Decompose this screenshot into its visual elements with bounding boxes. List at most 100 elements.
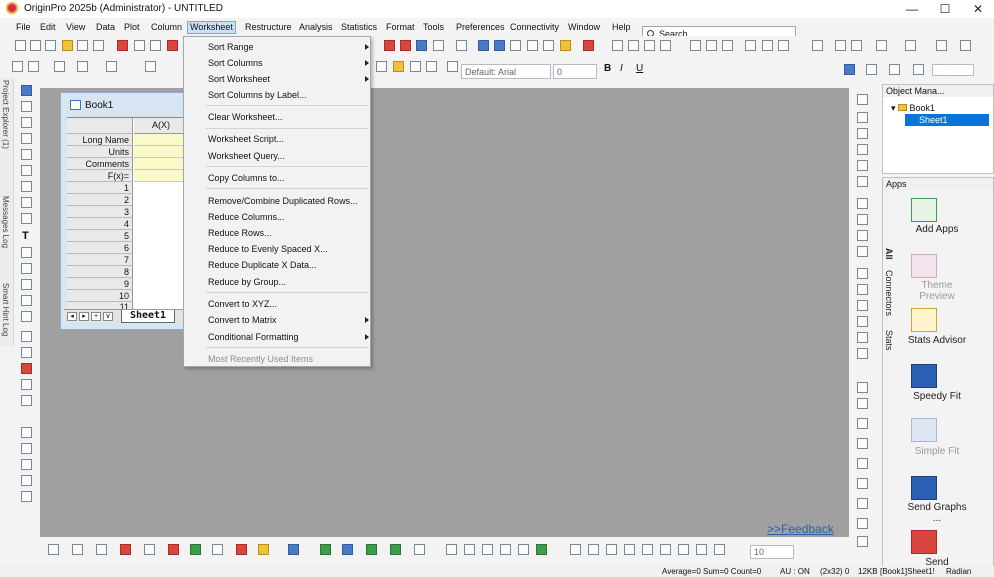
filter-clear-icon[interactable]	[762, 40, 773, 51]
v-tool-2-icon[interactable]	[857, 112, 868, 123]
heatmap-icon[interactable]	[320, 544, 331, 555]
align-bottom-icon[interactable]	[500, 544, 511, 555]
sheet-add-button[interactable]: +	[91, 312, 101, 321]
symbol-icon[interactable]	[913, 64, 924, 75]
v-tool-20-icon[interactable]	[857, 438, 868, 449]
open-icon[interactable]	[150, 40, 161, 51]
clear-icon[interactable]	[936, 40, 947, 51]
v-tool-12-icon[interactable]	[857, 284, 868, 295]
bar-chart-icon[interactable]	[706, 40, 717, 51]
rectangle-tool-icon[interactable]	[21, 295, 32, 306]
new-workbook-icon[interactable]	[30, 40, 41, 51]
v-tool-13-icon[interactable]	[857, 300, 868, 311]
menu-analysis[interactable]: Analysis	[299, 22, 333, 32]
contour-icon[interactable]	[288, 544, 299, 555]
text-tool-icon[interactable]: T	[22, 230, 29, 242]
row-label-fx[interactable]: F(x)=	[67, 170, 133, 182]
sheet-list-button[interactable]: ∨	[103, 312, 113, 321]
menu-item-sort-range[interactable]: Sort Range	[208, 42, 254, 52]
menu-item-reduce-duplicate-x[interactable]: Reduce Duplicate X Data...	[208, 260, 317, 270]
smart-hint-log-tab[interactable]: Smart Hint Log	[1, 283, 10, 336]
v-tool-8-icon[interactable]	[857, 214, 868, 225]
bold-icon[interactable]: B	[604, 63, 611, 74]
export-icon[interactable]	[77, 61, 88, 72]
cell-fx[interactable]	[134, 170, 189, 182]
close-button[interactable]: ✕	[970, 3, 986, 17]
app-add-apps[interactable]: Add Apps	[897, 224, 977, 235]
menu-item-sort-worksheet[interactable]: Sort Worksheet	[208, 74, 270, 84]
align-center-icon[interactable]	[518, 544, 529, 555]
send-back-icon[interactable]	[660, 544, 671, 555]
v-tool-10-icon[interactable]	[857, 246, 868, 257]
image-icon[interactable]	[527, 40, 538, 51]
code-builder-icon[interactable]	[560, 40, 571, 51]
v-tool-21-icon[interactable]	[857, 458, 868, 469]
paste-icon[interactable]	[393, 61, 404, 72]
v-tool-5-icon[interactable]	[857, 160, 868, 171]
front-icon[interactable]	[21, 475, 32, 486]
workbook-titlebar[interactable]: Book1	[61, 93, 187, 115]
back-icon[interactable]	[12, 61, 23, 72]
app-stats-advisor[interactable]: Stats Advisor	[907, 335, 967, 346]
freehand-icon[interactable]	[21, 347, 32, 358]
menu-tools[interactable]: Tools	[423, 22, 444, 32]
row-number[interactable]: 1	[67, 182, 133, 194]
window-tile-icon[interactable]	[876, 40, 887, 51]
stats-plot-icon[interactable]	[390, 544, 401, 555]
statistics-icon[interactable]	[612, 40, 623, 51]
line-plot-icon[interactable]	[48, 544, 59, 555]
minimize-button[interactable]: —	[904, 3, 920, 17]
v-tool-6-icon[interactable]	[857, 176, 868, 187]
menu-item-sort-columns-by-label[interactable]: Sort Columns by Label...	[208, 90, 307, 100]
new-matrix-icon[interactable]	[62, 40, 73, 51]
row-number[interactable]: 6	[67, 242, 133, 254]
open-template-icon[interactable]	[167, 40, 178, 51]
align-icon[interactable]	[21, 427, 32, 438]
row-number[interactable]: 2	[67, 194, 133, 206]
height-icon[interactable]	[588, 544, 599, 555]
sheet-tab-sheet1[interactable]: Sheet1	[121, 310, 175, 323]
app-simple-fit[interactable]: Simple Fit	[897, 446, 977, 457]
v-tool-9-icon[interactable]	[857, 230, 868, 241]
redo-icon[interactable]	[426, 61, 437, 72]
undo-icon[interactable]	[145, 61, 156, 72]
v-tool-15-icon[interactable]	[857, 332, 868, 343]
app-theme-preview[interactable]: Theme Preview	[907, 280, 967, 302]
table-icon[interactable]	[510, 40, 521, 51]
column-chart-icon[interactable]	[690, 40, 701, 51]
mask-icon[interactable]	[21, 197, 32, 208]
v-tool-17-icon[interactable]	[857, 382, 868, 393]
ungroup-icon[interactable]	[21, 459, 32, 470]
forward-icon[interactable]	[28, 61, 39, 72]
histogram-icon[interactable]	[660, 40, 671, 51]
worksheet-grid[interactable]: A(X) Long Name Units Comments F(x)= 1 2 …	[67, 117, 189, 312]
feedback-link[interactable]: >>Feedback	[767, 522, 834, 536]
v-tool-4-icon[interactable]	[857, 144, 868, 155]
menu-item-conditional-formatting[interactable]: Conditional Formatting	[208, 332, 299, 342]
add-apps-icon[interactable]	[911, 198, 937, 222]
duplicate-icon[interactable]	[835, 40, 846, 51]
apps-tab-stats[interactable]: Stats	[884, 330, 894, 351]
new-excel-icon[interactable]	[45, 40, 56, 51]
region-icon[interactable]	[21, 379, 32, 390]
v-tool-25-icon[interactable]	[857, 536, 868, 547]
menu-window[interactable]: Window	[568, 22, 600, 32]
menu-restructure[interactable]: Restructure	[245, 22, 292, 32]
row-label-units[interactable]: Units	[67, 146, 133, 158]
speedy-fit-icon[interactable]	[911, 364, 937, 388]
apps-tab-all[interactable]: All	[884, 248, 894, 260]
shape-icon[interactable]	[21, 247, 32, 258]
sheet-next-button[interactable]: ▸	[79, 312, 89, 321]
apps-tab-connectors[interactable]: Connectors	[884, 270, 894, 316]
row-number[interactable]: 3	[67, 206, 133, 218]
menu-item-worksheet-query[interactable]: Worksheet Query...	[208, 151, 285, 161]
align-right-icon[interactable]	[464, 544, 475, 555]
v-tool-19-icon[interactable]	[857, 418, 868, 429]
app-send-graphs[interactable]: Send Graphs ...	[907, 502, 967, 524]
plot-scatter-icon[interactable]	[384, 40, 395, 51]
theme-preview-icon[interactable]	[911, 254, 937, 278]
data-selector-icon[interactable]	[21, 181, 32, 192]
arrow-tool-icon[interactable]	[21, 263, 32, 274]
pattern-icon[interactable]	[866, 64, 877, 75]
polar-icon[interactable]	[342, 544, 353, 555]
